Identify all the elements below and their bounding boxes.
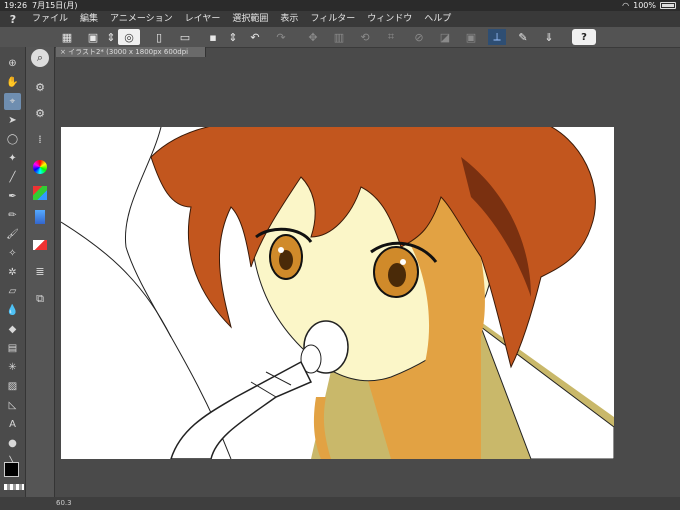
lasso-tool-icon[interactable]: ◯ (4, 131, 21, 148)
decoration-tool-icon[interactable]: ✲ (4, 264, 21, 281)
tool-property-icon[interactable]: ⚙ (30, 103, 50, 123)
fill-tool-icon[interactable]: ◆ (4, 321, 21, 338)
menu-file[interactable]: ファイル (26, 11, 74, 27)
status-date: 7月15日(月) (32, 1, 78, 10)
figure-tool-icon[interactable]: ✳ (4, 359, 21, 376)
layer-property-icon[interactable]: ⧉ (30, 289, 50, 309)
undo-icon[interactable]: ↶ (246, 29, 264, 45)
menu-selection[interactable]: 選択範囲 (226, 11, 274, 27)
frame-tool-icon[interactable]: ▨ (4, 378, 21, 395)
frame-icon[interactable]: ▣ (462, 29, 480, 45)
illustration (61, 127, 614, 459)
ios-status-bar: 19:26 7月15日(月) ◠ 100% (0, 0, 680, 11)
eyedropper-tool-icon[interactable]: ╱ (4, 169, 21, 186)
menu-filter[interactable]: フィルター (304, 11, 361, 27)
pointer-tool-icon[interactable]: ➤ (4, 112, 21, 129)
open-folder-icon[interactable]: ▭ (176, 29, 194, 45)
mask-icon[interactable]: ◪ (436, 29, 454, 45)
menu-bar: ? ファイル 編集 アニメーション レイヤー 選択範囲 表示 フィルター ウィン… (0, 11, 680, 27)
transform-icon[interactable]: ✥ (304, 29, 322, 45)
menu-window[interactable]: ウィンドウ (361, 11, 418, 27)
color-set-icon[interactable] (30, 183, 50, 203)
search-icon[interactable]: ⌕ (31, 49, 49, 67)
layer-icon[interactable]: ≣ (30, 261, 50, 281)
select-icon[interactable]: ⊘ (410, 29, 428, 45)
document-tab[interactable]: × イラスト2* (3000 x 1800px 600dpi 60.3%) (56, 47, 206, 66)
arrow-down-icon[interactable]: ⇓ (540, 29, 558, 45)
rotate-icon[interactable]: ⟲ (356, 29, 374, 45)
move-tool-icon[interactable]: ⌖ (4, 93, 21, 110)
brush-tool-icon[interactable]: 🖌 (4, 226, 21, 243)
bottom-status-bar: 60.3 (0, 497, 680, 510)
image-icon[interactable]: ▣ (84, 29, 102, 45)
ruler-tool-icon[interactable]: ◺ (4, 397, 21, 414)
zoom-tool-icon[interactable]: ⊕ (4, 55, 21, 72)
menu-animation[interactable]: アニメーション (104, 11, 179, 27)
text-tool-icon[interactable]: A (4, 416, 21, 433)
pen-snap-icon[interactable]: ✎ (514, 29, 532, 45)
wifi-icon: ◠ (622, 1, 630, 10)
color-history-icon[interactable] (30, 235, 50, 255)
close-tab-icon[interactable]: × (60, 48, 66, 56)
gradient-tool-icon[interactable]: ▤ (4, 340, 21, 357)
intermediate-color-icon[interactable] (30, 207, 50, 227)
updown-icon[interactable]: ⇕ (224, 29, 242, 45)
menu-view[interactable]: 表示 (274, 11, 304, 27)
status-time: 19:26 (4, 1, 28, 10)
crop-icon[interactable]: ⌗ (382, 29, 400, 45)
navigator-icon[interactable]: ⚙ (30, 77, 50, 97)
zoom-level[interactable]: 60.3 (56, 497, 72, 510)
sub-tool-panel: ⌕ ⚙ ⚙ ⁞ ≣ ⧉ (26, 47, 55, 497)
color-wheel-icon[interactable] (30, 157, 50, 177)
color-chips[interactable] (2, 460, 26, 492)
new-file-icon[interactable]: ▯ (150, 29, 168, 45)
save-icon[interactable]: ▪ (204, 29, 222, 45)
help-icon[interactable]: ? (572, 29, 596, 45)
pen-tool-icon[interactable]: ✒ (4, 188, 21, 205)
main-color-chip[interactable] (4, 462, 19, 477)
ruler-snap-icon[interactable]: ⟂ (488, 29, 506, 45)
brush-size-icon[interactable]: ⁞ (30, 129, 50, 149)
hand-tool-icon[interactable]: ✋ (4, 74, 21, 91)
grid-menu-icon[interactable]: ▦ (58, 29, 76, 45)
app-logo-icon[interactable]: ? (0, 11, 26, 27)
drawing-canvas[interactable] (61, 127, 614, 459)
spiral-icon[interactable]: ◎ (118, 29, 140, 45)
battery-percent: 100% (633, 1, 656, 10)
menu-layer[interactable]: レイヤー (179, 11, 227, 27)
airbrush-tool-icon[interactable]: ✧ (4, 245, 21, 262)
transparent-color-chip[interactable] (4, 484, 24, 490)
balloon-tool-icon[interactable]: ● (4, 435, 21, 452)
redo-icon[interactable]: ↷ (272, 29, 290, 45)
fill-icon[interactable]: ▥ (330, 29, 348, 45)
menu-edit[interactable]: 編集 (74, 11, 104, 27)
eraser-tool-icon[interactable]: ▱ (4, 283, 21, 300)
battery-icon (660, 2, 676, 9)
command-bar: ▦ ▣ ⇕ ◎ ▯ ▭ ▪ ⇕ ↶ ↷ ✥ ▥ ⟲ ⌗ ⊘ ◪ ▣ ⟂ ✎ ⇓ … (0, 27, 680, 48)
tool-panel: ⊕ ✋ ⌖ ➤ ◯ ✦ ╱ ✒ ✏ 🖌 ✧ ✲ ▱ 💧 ◆ ▤ ✳ ▨ ◺ A … (0, 47, 26, 497)
wand-tool-icon[interactable]: ✦ (4, 150, 21, 167)
pencil-tool-icon[interactable]: ✏ (4, 207, 21, 224)
blend-tool-icon[interactable]: 💧 (4, 302, 21, 319)
status-right: ◠ 100% (622, 0, 676, 11)
menu-help[interactable]: ヘルプ (418, 11, 457, 27)
